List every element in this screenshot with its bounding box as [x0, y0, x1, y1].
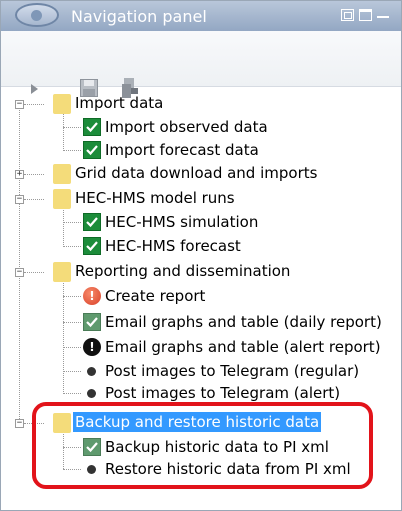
check-icon	[83, 237, 101, 255]
tree-node-hec-forecast[interactable]: HEC-HMS forecast	[1, 236, 401, 260]
folder-icon	[53, 262, 71, 282]
tree-node-label: Create report	[105, 287, 206, 305]
tree-node-label: Post images to Telegram (alert)	[105, 384, 341, 402]
error-icon	[83, 287, 101, 305]
bullet-icon	[87, 367, 96, 376]
app-logo-icon	[15, 3, 59, 27]
check-icon	[83, 213, 101, 231]
folder-icon	[53, 164, 71, 184]
tree-node-hec-simulation[interactable]: HEC-HMS simulation	[1, 212, 401, 236]
tree-node-telegram-regular[interactable]: Post images to Telegram (regular)	[1, 361, 401, 385]
folder-icon	[53, 94, 71, 114]
restore-icon[interactable]	[341, 9, 354, 21]
collapse-icon[interactable]: −	[15, 195, 24, 204]
tree-node-label: Import data	[75, 94, 164, 112]
collapse-icon[interactable]: −	[15, 268, 24, 277]
tree-node-label: HEC-HMS forecast	[105, 237, 241, 255]
tree-node-label: Import observed data	[105, 118, 268, 136]
check-icon	[83, 118, 101, 136]
collapse-icon[interactable]: −	[15, 100, 24, 109]
tree-node-import-data[interactable]: − Import data	[1, 93, 401, 117]
tree-node-label: Import forecast data	[105, 141, 259, 159]
alert-icon	[83, 338, 101, 356]
tree-node-label: HEC-HMS model runs	[75, 189, 235, 207]
tree-node-label: Email graphs and table (alert report)	[105, 338, 381, 356]
tree-node-import-observed[interactable]: Import observed data	[1, 117, 401, 141]
tree-node-create-report[interactable]: Create report	[1, 286, 401, 310]
navigation-panel: Navigation panel − Import data Import ob…	[0, 0, 402, 511]
collapse-icon[interactable]: −	[15, 419, 24, 428]
tree-node-reporting[interactable]: − Reporting and dissemination	[1, 261, 401, 285]
tree-node-grid-data[interactable]: + Grid data download and imports	[1, 163, 401, 187]
expand-icon[interactable]: +	[15, 170, 24, 179]
tree-node-email-alert[interactable]: Email graphs and table (alert report)	[1, 337, 401, 361]
tree-node-label: Reporting and dissemination	[75, 262, 291, 280]
panel-title: Navigation panel	[71, 7, 207, 26]
tree-node-label: Email graphs and table (daily report)	[105, 313, 382, 331]
folder-icon	[53, 189, 71, 209]
highlight-annotation	[32, 402, 373, 489]
bullet-icon	[87, 389, 96, 398]
check-icon	[83, 141, 101, 159]
tree-node-label: Grid data download and imports	[75, 164, 318, 182]
tree-node-hec-hms[interactable]: − HEC-HMS model runs	[1, 188, 401, 212]
title-bar[interactable]: Navigation panel	[1, 1, 401, 31]
tree-node-email-daily[interactable]: Email graphs and table (daily report)	[1, 312, 401, 336]
maximize-icon[interactable]	[359, 9, 372, 21]
toolbar	[1, 31, 401, 98]
check-icon	[83, 313, 101, 331]
minimize-icon[interactable]	[377, 16, 389, 18]
tree-node-label: HEC-HMS simulation	[105, 213, 259, 231]
tree-node-label: Post images to Telegram (regular)	[105, 362, 360, 380]
tree-node-import-forecast[interactable]: Import forecast data	[1, 140, 401, 164]
